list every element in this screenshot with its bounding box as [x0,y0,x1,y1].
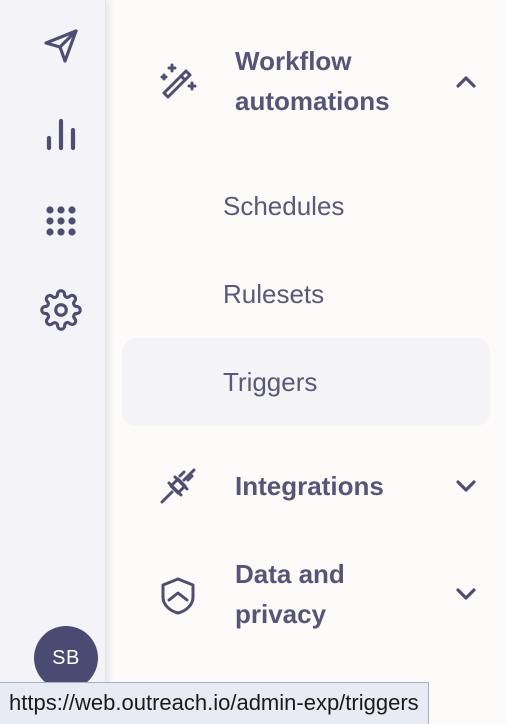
nav-item-rulesets[interactable]: Rulesets [122,250,490,338]
section-title-line2: automations [235,86,390,116]
settings-nav: Workflow automations Schedules Rulesets … [106,0,506,724]
section-integrations[interactable]: Integrations [106,464,506,508]
app-window: SB Workflow automations Schedules Rulese… [0,0,506,724]
gear-icon [40,289,82,331]
apps-grid-icon [46,206,76,236]
user-avatar[interactable]: SB [34,626,98,690]
section-title-line2: privacy [235,599,327,629]
chevron-down-icon[interactable] [452,472,480,500]
magic-wand-icon [156,59,200,103]
nav-item-schedules[interactable]: Schedules [122,162,490,250]
icon-rail: SB [0,0,106,724]
section-data-and-privacy[interactable]: Data and privacy [106,554,506,636]
plug-icon [156,464,200,508]
section-workflow-automations[interactable]: Workflow automations [106,40,506,122]
nav-item-triggers[interactable]: Triggers [122,338,490,426]
rail-button-apps[interactable] [32,192,90,250]
nav-item-label: Rulesets [223,279,325,309]
section-title-line1: Data and [235,559,345,589]
bar-chart-icon [46,118,76,151]
section-title: Integrations [235,471,384,501]
nav-item-label: Triggers [223,367,318,397]
rail-button-send[interactable] [32,17,90,75]
nav-item-label: Schedules [223,191,345,221]
chevron-up-icon[interactable] [452,68,480,96]
chevron-down-icon[interactable] [452,580,480,608]
send-icon [44,29,78,63]
status-bar-url: https://web.outreach.io/admin-exp/trigge… [0,682,429,724]
rail-button-settings[interactable] [32,281,90,339]
shield-icon [156,574,200,618]
section-title-line1: Workflow [235,46,352,76]
rail-button-reports[interactable] [32,106,90,164]
